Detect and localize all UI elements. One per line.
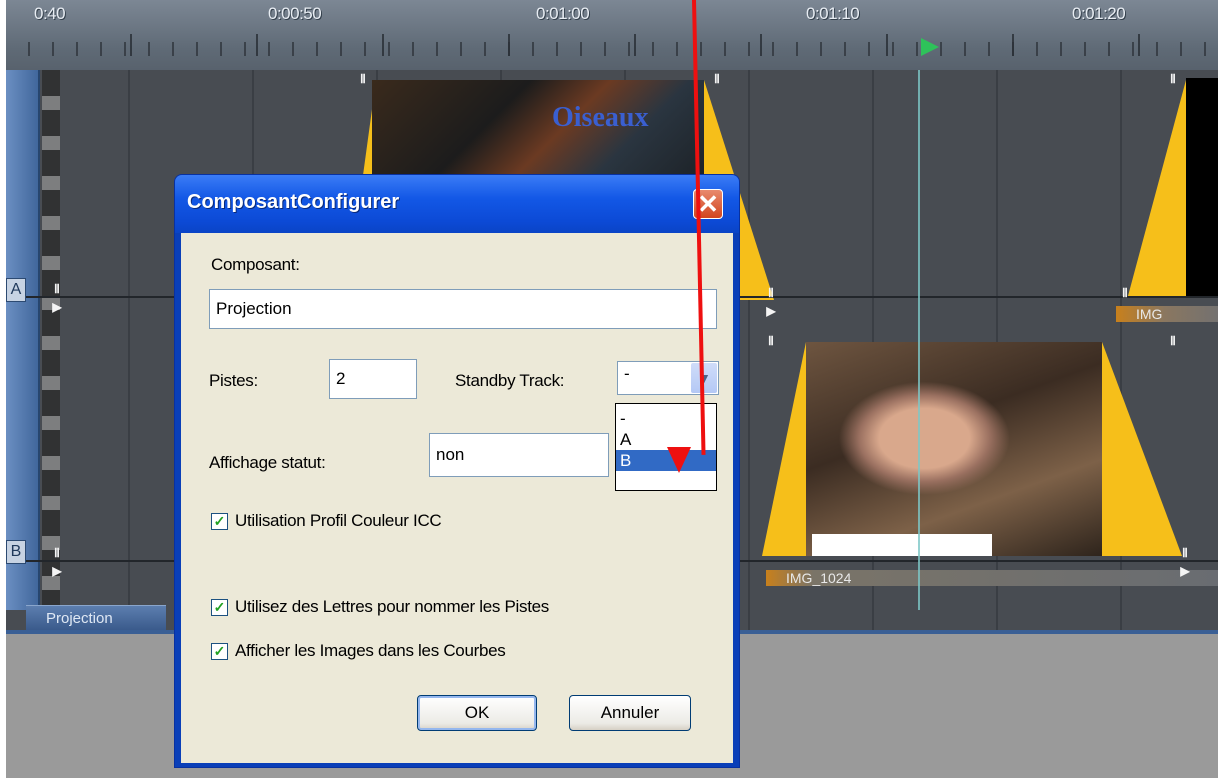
keyframe-marker-icon[interactable]: Ⅱ [1166,334,1180,348]
keyframe-marker-icon[interactable]: Ⅱ [710,72,724,86]
clip-bar[interactable]: IMG_1024 [766,570,1218,586]
track-label-a: A [6,278,26,302]
keyframe-marker-icon[interactable]: Ⅱ [356,72,370,86]
keyframe-marker-icon[interactable]: Ⅱ [50,546,64,560]
ruler-label: 0:01:20 [1072,4,1126,23]
letters-tracks-label[interactable]: Utilisez des Lettres pour nommer les Pis… [235,597,549,617]
keyframe-marker-icon[interactable]: Ⅱ [1178,546,1192,560]
tab-projection[interactable]: Projection [26,605,166,631]
standby-track-value: - [624,364,630,383]
cancel-button[interactable]: Annuler [569,695,691,731]
dialog-title: ComposantConfigurer [187,191,400,213]
track-play-icon[interactable]: ▶ [50,300,64,314]
ruler-minor-ticks [6,42,1218,56]
composant-input[interactable]: Projection [209,289,717,329]
clip-overlay [812,534,992,556]
keyframe-marker-icon[interactable]: Ⅱ [764,334,778,348]
track-play-icon[interactable]: ▶ [764,304,778,318]
keyframe-marker-icon[interactable]: Ⅱ [1118,286,1132,300]
track-header-strip [6,70,40,610]
composant-configurer-dialog: ComposantConfigurer ✕ Composant: Project… [174,174,740,768]
images-curves-checkbox[interactable]: ✓ [211,643,228,660]
ruler-label: 0:00:50 [268,4,322,23]
icc-profile-label[interactable]: Utilisation Profil Couleur ICC [235,511,442,531]
ok-button[interactable]: OK [417,695,537,731]
film-strip-icon [42,70,60,610]
affichage-statut-select[interactable]: non [429,433,609,477]
clip-title-text: Oiseaux [552,102,649,133]
dialog-body: Composant: Projection Pistes: 2 Standby … [181,233,733,763]
ruler-label: 0:40 [34,4,66,23]
clip-thumbnail[interactable] [806,342,1102,556]
icc-profile-checkbox[interactable]: ✓ [211,513,228,530]
composant-label: Composant: [211,255,300,274]
track-label-b: B [6,540,26,564]
ruler-label: 0:01:00 [536,4,590,23]
track-play-icon[interactable]: ▶ [1178,564,1192,578]
playhead-icon[interactable] [921,38,939,56]
clip-bar[interactable]: IMG [1116,306,1218,322]
keyframe-marker-icon[interactable]: Ⅱ [1166,72,1180,86]
track-play-icon[interactable]: ▶ [50,564,64,578]
ruler-label: 0:01:10 [806,4,860,23]
timeline-ruler[interactable]: 0:40 0:00:50 0:01:00 0:01:10 0:01:20 [6,0,1218,70]
standby-track-label: Standby Track: [455,371,565,390]
pistes-input[interactable]: 2 [329,359,417,399]
affichage-statut-label: Affichage statut: [209,453,326,472]
playhead-line [918,70,920,610]
keyframe-marker-icon[interactable]: Ⅱ [764,286,778,300]
pistes-label: Pistes: [209,371,258,390]
letters-tracks-checkbox[interactable]: ✓ [211,599,228,616]
annotation-arrow-icon [667,447,691,473]
keyframe-marker-icon[interactable]: Ⅱ [50,282,64,296]
clip-thumbnail[interactable] [1186,78,1218,296]
images-curves-label[interactable]: Afficher les Images dans les Courbes [235,641,506,661]
dialog-titlebar[interactable]: ComposantConfigurer ✕ [175,175,739,233]
